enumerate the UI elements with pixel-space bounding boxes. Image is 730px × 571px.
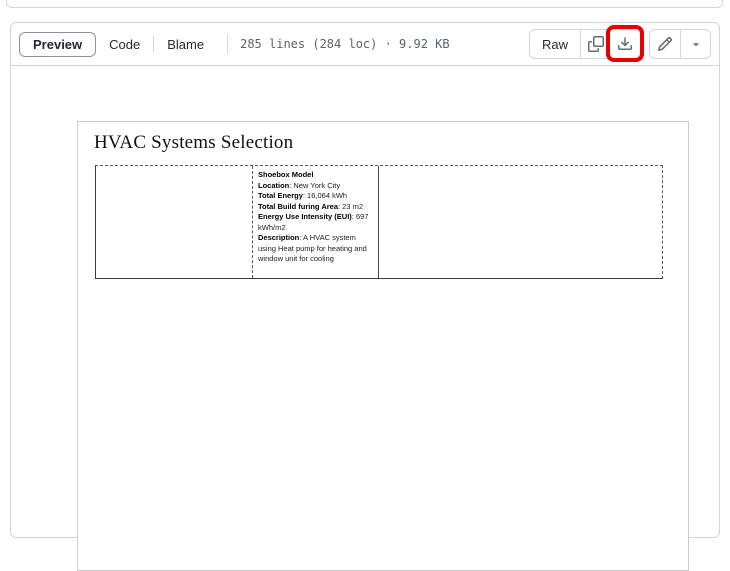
raw-actions-group: Raw (529, 29, 641, 59)
tab-code[interactable]: Code (96, 32, 153, 57)
download-icon (617, 36, 633, 52)
field-label: Energy Use Intensity (EUI) (258, 212, 356, 221)
edit-dropdown-button[interactable] (680, 30, 710, 58)
field-value: 16,064 kWh (307, 191, 347, 200)
model-field: Energy Use Intensity (EUI)697 kWh/m2 (258, 212, 373, 233)
caret-down-icon (690, 38, 702, 50)
previous-panel-edge (6, 0, 723, 8)
table-cell-right (379, 166, 662, 278)
model-field: Total Build furing Area23 m2 (258, 202, 373, 213)
raw-button[interactable]: Raw (530, 30, 580, 58)
tab-blame[interactable]: Blame (154, 32, 217, 57)
rendered-preview: HVAC Systems Selection Shoebox Model Loc… (77, 121, 689, 571)
file-header: Preview Code Blame 285 lines (284 loc) ·… (11, 23, 719, 66)
field-value: 23 m2 (342, 202, 363, 211)
field-label: Total Energy (258, 191, 307, 200)
table-cell-left (96, 166, 253, 278)
table-cell-model: Shoebox Model LocationNew York City Tota… (253, 166, 379, 278)
file-actions: Raw (529, 29, 711, 59)
field-label: Description (258, 233, 303, 242)
file-view-panel: Preview Code Blame 285 lines (284 loc) ·… (10, 22, 720, 538)
file-stats: 285 lines (284 loc) · 9.92 KB (240, 37, 450, 51)
download-button[interactable] (610, 30, 640, 58)
model-name: Shoebox Model (258, 170, 373, 181)
model-field: DescriptionA HVAC system using Heat pump… (258, 233, 373, 265)
field-label: Total Build furing Area (258, 202, 342, 211)
preview-title: HVAC Systems Selection (94, 132, 688, 154)
model-field: LocationNew York City (258, 181, 373, 192)
edit-group (649, 29, 711, 59)
hvac-table: Shoebox Model LocationNew York City Tota… (95, 165, 663, 279)
model-field: Total Energy16,064 kWh (258, 191, 373, 202)
pencil-icon (657, 36, 673, 52)
tab-preview[interactable]: Preview (19, 32, 96, 57)
field-value: New York City (293, 181, 340, 190)
copy-button[interactable] (580, 30, 610, 58)
view-switcher: Preview Code Blame (19, 32, 217, 57)
header-divider (227, 34, 228, 54)
edit-button[interactable] (650, 30, 680, 58)
copy-icon (588, 36, 604, 52)
field-label: Location (258, 181, 293, 190)
